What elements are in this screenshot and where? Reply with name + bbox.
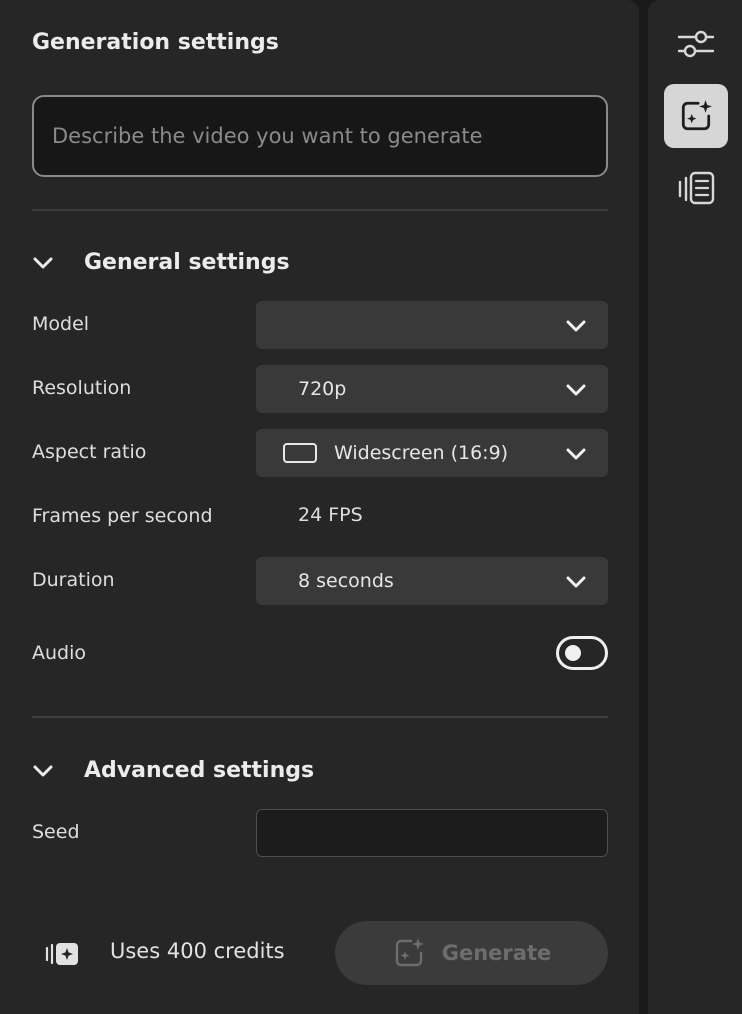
widescreen-rectangle-icon [282,442,318,464]
generate-label: Generate [441,941,552,965]
sparkle-generate-icon [392,936,426,970]
audio-label: Audio [32,642,87,664]
divider [32,716,608,718]
general-settings-heading: General settings [84,250,290,275]
general-settings-toggle[interactable]: General settings [32,250,290,275]
generate-button[interactable]: Generate [335,921,608,985]
panel-title: Generation settings [32,30,279,55]
sliders-icon [677,28,715,60]
chevron-down-icon [32,764,84,778]
rail-settings-button[interactable] [664,12,728,76]
rail-history-button[interactable] [664,156,728,220]
fps-value: 24 FPS [298,504,363,526]
chevron-down-icon [566,380,586,402]
divider [32,209,608,211]
duration-value: 8 seconds [298,570,394,592]
duration-select[interactable]: 8 seconds [256,557,608,605]
seed-label: Seed [32,821,80,843]
duration-label: Duration [32,569,115,591]
generation-settings-panel: Generation settings General settings Mod… [0,0,639,1014]
rail-generate-button[interactable] [664,84,728,148]
chevron-down-icon [566,572,586,594]
credits-text: Uses 400 credits [110,939,285,963]
resolution-select[interactable]: 720p [256,365,608,413]
resolution-label: Resolution [32,377,132,399]
chevron-down-icon [566,316,586,338]
prompt-input[interactable] [32,95,608,177]
toggle-knob [565,645,581,661]
audio-toggle[interactable] [556,636,608,670]
model-label: Model [32,313,90,335]
history-list-icon [677,170,715,206]
chevron-down-icon [566,444,586,466]
seed-input[interactable] [256,809,608,857]
side-rail [648,0,742,1014]
aspect-ratio-label: Aspect ratio [32,441,147,463]
aspect-ratio-value: Widescreen (16:9) [334,442,509,464]
aspect-ratio-select[interactable]: Widescreen (16:9) [256,429,608,477]
fps-label: Frames per second [32,505,213,527]
resolution-value: 720p [298,378,347,400]
advanced-settings-toggle[interactable]: Advanced settings [32,758,314,783]
sparkle-generate-icon [678,98,714,134]
model-select[interactable] [256,301,608,349]
advanced-settings-heading: Advanced settings [84,758,315,783]
chevron-down-icon [32,256,84,270]
credits-icon [44,940,80,972]
